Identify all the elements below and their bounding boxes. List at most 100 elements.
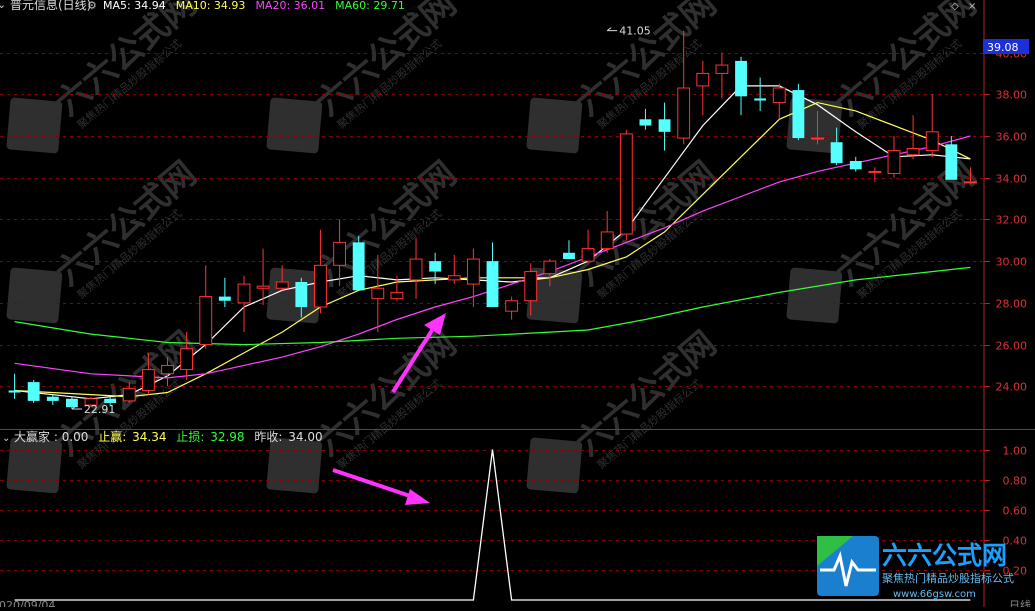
indicator-name: 大赢家 — [14, 429, 50, 444]
candle-body-up[interactable] — [887, 150, 901, 175]
ma-legend-item: MA60: 29.71 — [335, 0, 405, 12]
y-tick-label: 0.60 — [1003, 505, 1028, 518]
candle-body-up[interactable] — [868, 170, 882, 173]
ma-legend-item: MA5: 34.94 — [103, 0, 166, 12]
candle-body-down[interactable] — [8, 390, 21, 393]
watermark-diamond — [266, 437, 323, 494]
candle-body-down[interactable] — [945, 144, 958, 180]
candle-body-down[interactable] — [27, 382, 40, 401]
candle-body-up[interactable] — [256, 285, 270, 289]
candle-body-down[interactable] — [754, 98, 767, 101]
candle-body-up[interactable] — [600, 231, 614, 250]
watermark-brand: 六六公式网 — [308, 324, 464, 464]
close-icon[interactable]: × — [968, 1, 976, 12]
indicator-header: ⌄ 大赢家 : 0.00 止赢: 34.34 止损: 32.98 昨收: 34.… — [2, 429, 323, 444]
candle-body-down[interactable] — [486, 261, 499, 308]
zhisun-value: 32.98 — [210, 430, 244, 444]
candle-body-up[interactable] — [390, 291, 404, 300]
chevron-down-icon[interactable]: ⌄ — [0, 0, 6, 11]
candle-body-down[interactable] — [658, 119, 671, 132]
y-tick-label: 36.00 — [996, 131, 1028, 144]
watermark-stamp: 六六公式网聚焦热门精品炒股指标公式 — [6, 0, 204, 154]
candle-body-up[interactable] — [619, 133, 633, 235]
annotation-label: 22.91 — [84, 403, 116, 416]
candle-body-down[interactable] — [792, 90, 805, 139]
ma-legend-item: MA20: 36.01 — [255, 0, 325, 12]
watermark-diamond — [6, 97, 63, 154]
watermark-diamond — [526, 97, 583, 154]
indicator-value: : 0.00 — [54, 430, 89, 444]
zhisun-label: 止损: — [176, 430, 204, 444]
candle-body-down[interactable] — [735, 60, 747, 97]
zuoshou-value: 34.00 — [288, 430, 322, 444]
candle-body-up[interactable] — [161, 364, 174, 375]
watermark-stamp: 六六公式网聚焦热门精品炒股指标公式 — [786, 0, 984, 154]
candle-body-down[interactable] — [563, 252, 575, 260]
y-tick-label: 28.00 — [996, 298, 1028, 311]
candle-body-up[interactable] — [371, 287, 385, 300]
y-tick-label: 26.00 — [996, 340, 1028, 353]
gear-icon[interactable]: ⚙ — [87, 0, 97, 12]
candle-body-up[interactable] — [122, 387, 136, 402]
candle-body-up[interactable] — [677, 87, 691, 139]
candle-body-down[interactable] — [65, 398, 78, 408]
candle-body-up[interactable] — [964, 181, 977, 184]
watermark-brand: 六六公式网 — [568, 324, 724, 464]
candle-body-up[interactable] — [314, 264, 327, 308]
zuoshou-label: 昨收: — [254, 430, 282, 444]
zhiying-value: 34.34 — [132, 430, 166, 444]
stock-title: 普元信息(日线) — [10, 0, 91, 12]
candle-body-up[interactable] — [141, 369, 155, 391]
period-label: 日线 — [1009, 598, 1031, 607]
watermark-diamond — [786, 267, 843, 324]
watermark-brand: 六六公式网 — [308, 154, 464, 294]
candle-body-down[interactable] — [352, 242, 365, 291]
brand-name: 六六公式网 — [882, 541, 1007, 570]
ma-legend: MA5: 34.94 MA10: 34.93 MA20: 36.01 MA60: 29… — [103, 0, 405, 12]
watermark-brand: 六六公式网 — [568, 0, 724, 124]
y-tick-label: 38.00 — [996, 89, 1028, 102]
arrow-right-head — [405, 489, 430, 505]
candle-body-up[interactable] — [906, 147, 920, 156]
indicator-legend: 大赢家 : 0.00 止赢: 34.34 止损: 32.98 昨收: 34.00 — [14, 429, 323, 444]
watermark-brand: 六六公式网 — [48, 0, 204, 124]
brand-slogan: 聚焦热门精品炒股指标公式 — [882, 571, 1014, 585]
candle-body-up[interactable] — [333, 241, 346, 266]
candle-body-up[interactable] — [543, 260, 557, 275]
watermark-diamond — [6, 267, 63, 324]
candle-body-up[interactable] — [715, 64, 729, 74]
y-tick-label: 24.00 — [996, 381, 1028, 394]
annotation-label: 41.05 — [619, 25, 651, 38]
chart-canvas[interactable]: 六六公式网聚焦热门精品炒股指标公式 六六公式网聚焦热门精品炒股指标公式 六六公式网聚… — [0, 0, 1035, 611]
candle-body-up[interactable] — [180, 348, 194, 371]
watermark-stamp: 六六公式网聚焦热门精品炒股指标公式 — [6, 154, 204, 324]
candle-body-up[interactable] — [581, 248, 595, 262]
candle-body-up[interactable] — [199, 296, 213, 346]
candle-body-up[interactable] — [237, 283, 251, 304]
candle-body-up[interactable] — [409, 258, 423, 281]
candle-body-up[interactable] — [447, 275, 461, 281]
zhiying-label: 止赢: — [98, 429, 126, 444]
candle-body-down[interactable] — [218, 296, 231, 301]
candle-body-down[interactable] — [46, 396, 59, 401]
chevron-down-icon[interactable]: ⌄ — [2, 433, 10, 444]
watermark-brand: 六六公式网 — [568, 154, 724, 294]
ma-legend-item: MA10: 34.93 — [176, 0, 246, 12]
candle-body-up[interactable] — [925, 131, 939, 152]
candle-body-down[interactable] — [639, 119, 652, 126]
watermark-brand: 六六公式网 — [828, 154, 984, 294]
candle-body-up[interactable] — [466, 258, 480, 285]
watermark-diamond — [266, 97, 323, 154]
candle-body-down[interactable] — [295, 281, 308, 308]
candle-body-up[interactable] — [505, 300, 519, 312]
candle-body-up[interactable] — [275, 281, 289, 289]
candle-body-up[interactable] — [696, 72, 710, 87]
watermark-diamond — [526, 437, 583, 494]
candle-body-down[interactable] — [849, 161, 862, 170]
candle-body-down[interactable] — [429, 261, 442, 272]
candle-body-up[interactable] — [524, 271, 538, 302]
diamond-icon[interactable]: ◇ — [951, 1, 959, 12]
candle-body-down[interactable] — [830, 142, 843, 164]
candle-body-up[interactable] — [811, 137, 824, 140]
candle-body-up[interactable] — [772, 87, 786, 104]
